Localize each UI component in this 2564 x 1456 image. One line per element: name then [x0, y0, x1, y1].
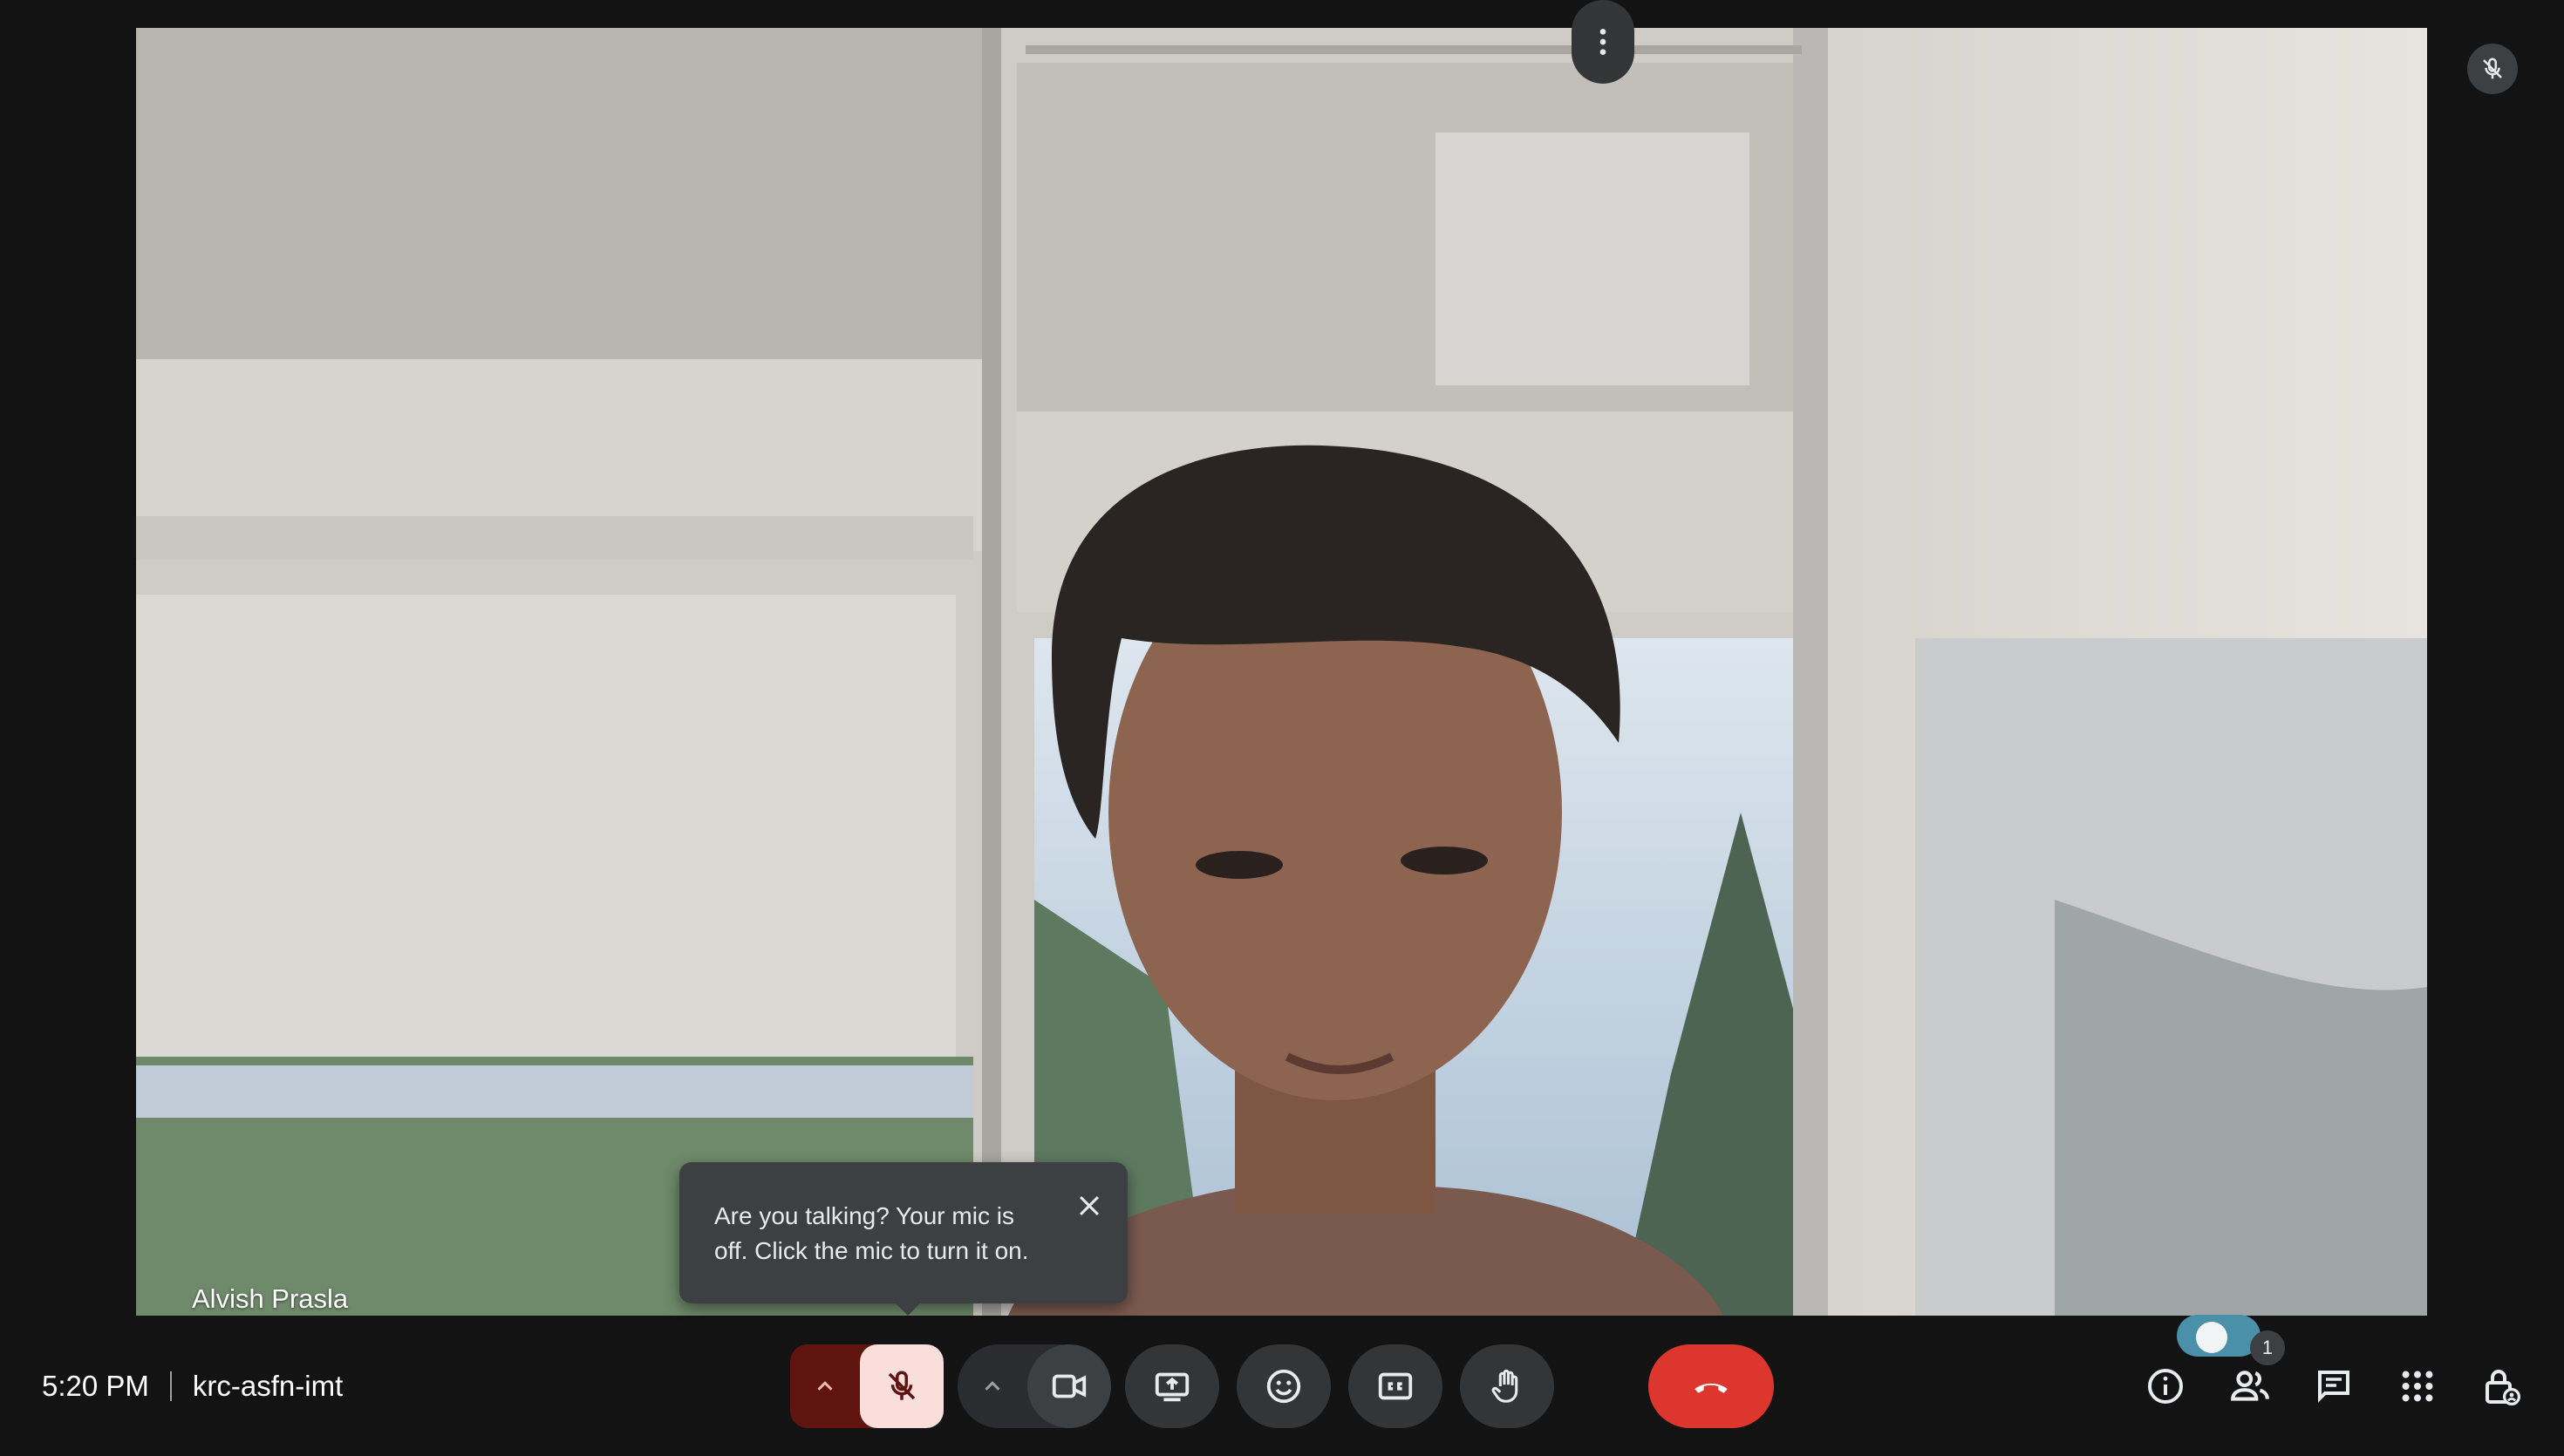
close-icon — [1079, 1195, 1100, 1216]
present-screen-icon — [1155, 1372, 1190, 1402]
videocam-icon — [1052, 1374, 1087, 1398]
end-call-button[interactable] — [1648, 1344, 1774, 1428]
present-screen-button[interactable] — [1125, 1344, 1219, 1428]
activities-button[interactable] — [2391, 1360, 2444, 1412]
mic-toggle-button[interactable] — [860, 1344, 944, 1428]
activities-icon — [2402, 1371, 2433, 1402]
toggle-knob — [2196, 1322, 2227, 1353]
divider — [169, 1371, 172, 1401]
mic-control-group — [790, 1344, 944, 1428]
mic-off-icon — [2483, 58, 2502, 79]
mic-off-icon — [888, 1371, 916, 1400]
call-end-icon — [1695, 1383, 1728, 1393]
reactions-button[interactable] — [1237, 1344, 1331, 1428]
participant-name: Alvish Prasla — [192, 1283, 349, 1314]
chevron-up-icon — [985, 1381, 1000, 1391]
meeting-code: krc-asfn-imt — [192, 1370, 344, 1402]
close-tooltip-button[interactable] — [1072, 1188, 1107, 1223]
participant-video-tile[interactable]: Alvish Prasla — [136, 28, 2427, 1316]
tooltip-message: Are you talking? Your mic is off. Click … — [714, 1202, 1029, 1264]
mic-off-tooltip: Are you talking? Your mic is off. Click … — [679, 1162, 1128, 1316]
more-options-button[interactable] — [1572, 0, 1634, 84]
host-controls-button[interactable] — [2475, 1360, 2527, 1412]
more-vert-icon — [1599, 29, 1606, 55]
camera-toggle-button[interactable] — [1027, 1344, 1111, 1428]
people-button[interactable] — [2224, 1360, 2276, 1412]
meeting-info-button[interactable] — [2139, 1360, 2192, 1412]
mic-off-indicator — [2467, 44, 2518, 94]
closed-captions-icon — [1378, 1372, 1413, 1400]
host-controls-icon — [2486, 1370, 2520, 1405]
captions-button[interactable] — [1348, 1344, 1442, 1428]
camera-feed — [136, 28, 2427, 1316]
feature-toggle[interactable] — [2177, 1315, 2261, 1357]
meeting-details: 5:20 PM krc-asfn-imt — [42, 1365, 343, 1407]
chevron-up-icon — [817, 1381, 833, 1391]
hand-icon — [1491, 1369, 1518, 1403]
info-icon — [2148, 1369, 2183, 1404]
meeting-time: 5:20 PM — [42, 1370, 149, 1402]
camera-control-group — [958, 1344, 1111, 1428]
raise-hand-button[interactable] — [1460, 1344, 1554, 1428]
people-icon — [2231, 1371, 2269, 1401]
emoji-icon — [1266, 1369, 1301, 1404]
chat-icon — [2318, 1371, 2349, 1403]
chat-button[interactable] — [2308, 1360, 2360, 1412]
